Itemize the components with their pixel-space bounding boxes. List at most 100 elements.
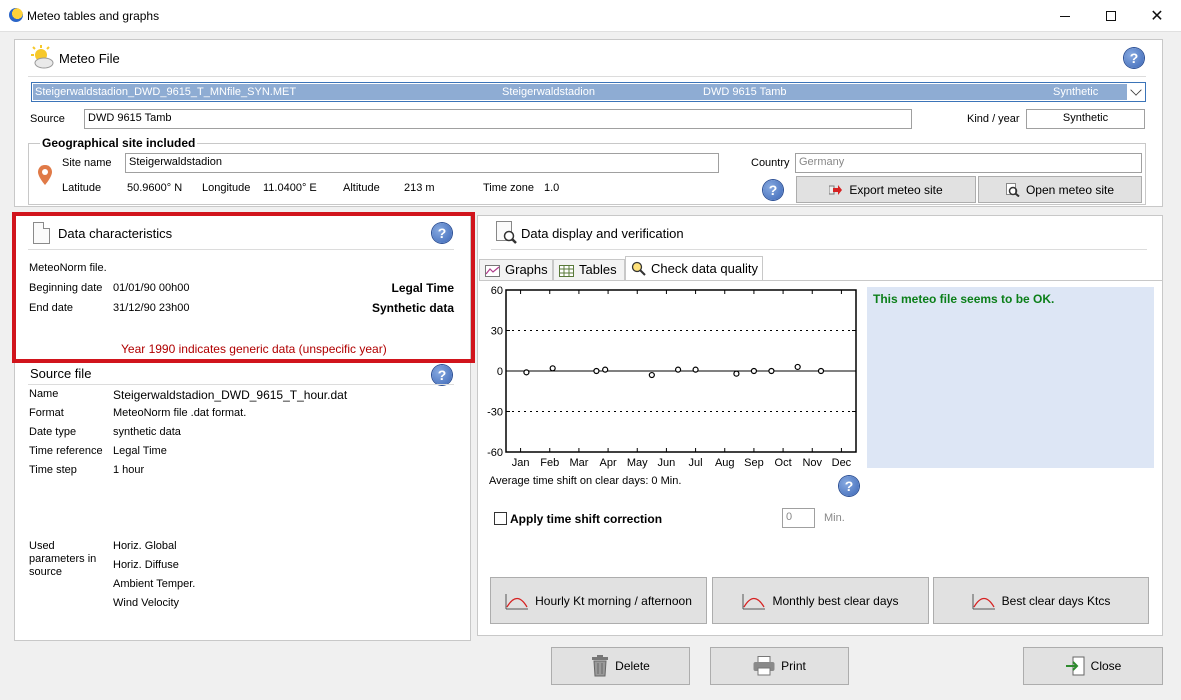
close-button[interactable]: Close [1023,647,1163,685]
best-clear-days-ktcs-button[interactable]: Best clear days Ktcs [933,577,1149,624]
result-message-area [867,287,1154,468]
meteo-file-selected-item: Steigerwaldstadion_DWD_9615_T_MNfile_SYN… [33,84,1127,100]
quality-check-icon [631,261,646,276]
y-tick-label: 30 [491,326,503,338]
export-meteo-site-button[interactable]: Export meteo site [796,176,976,203]
x-tick-label: Dec [832,457,852,469]
kt-curve-icon [505,593,529,609]
latitude-label: Latitude [62,182,102,194]
open-meteo-site-button[interactable]: Open meteo site [978,176,1142,203]
location-pin-icon [38,165,52,185]
time-shift-input[interactable]: 0 [782,508,815,528]
x-tick-label: Jan [512,457,530,469]
sun-cloud-icon [31,45,54,69]
data-point [750,367,758,375]
print-label: Print [781,659,806,673]
data-point [733,370,740,377]
latitude-value: 50.9600° N [127,182,183,194]
magnifier-icon [1005,182,1020,197]
source-label: Source [30,113,65,125]
window-title: Meteo tables and graphs [27,9,160,23]
apply-time-shift-checkbox[interactable] [494,512,507,525]
kind-year-field[interactable]: Synthetic [1026,109,1145,129]
highlight-box [12,212,475,363]
geographical-site-legend: Geographical site included [40,136,198,150]
open-meteo-site-label: Open meteo site [1025,182,1115,197]
tab-tables-label: Tables [579,262,617,277]
hourly-kt-button[interactable]: Hourly Kt morning / afternoon [490,577,707,624]
parameter-global: Horiz. Global [113,540,177,552]
minimize-button[interactable] [1042,0,1088,32]
used-parameters-label-2: parameters in [29,553,97,565]
country-field[interactable]: Germany [795,153,1142,173]
sf-format-value: MeteoNorm file .dat format. [113,407,247,419]
sf-timestep-label: Time step [29,464,77,476]
tab-check-data-quality[interactable]: Check data quality [625,256,763,281]
selected-kind: Synthetic [1053,86,1099,98]
sf-datetype-value: synthetic data [113,426,181,438]
x-tick-label: Nov [802,457,822,469]
timezone-value: 1.0 [544,182,560,194]
chart-help-icon[interactable]: ? [839,476,859,496]
app-icon [9,8,23,22]
print-button[interactable]: Print [710,647,849,685]
parameter-temperature: Ambient Temper. [113,578,196,590]
sf-name-value: Steigerwaldstadion_DWD_9615_T_hour.dat [113,388,348,402]
data-point [674,366,682,373]
data-point [648,371,655,379]
timezone-label: Time zone [483,182,534,194]
parameter-wind: Wind Velocity [113,597,180,609]
data-point [602,366,609,373]
title-bar: Meteo tables and graphs ✕ [0,0,1181,32]
country-label: Country [751,157,790,169]
selected-filename: Steigerwaldstadion_DWD_9615_T_MNfile_SYN… [35,86,297,98]
longitude-value: 11.0400° E [263,182,317,194]
average-time-shift-text: Average time shift on clear days: 0 Min. [489,475,682,487]
sf-timeref-label: Time reference [29,445,103,457]
data-point [593,367,600,375]
altitude-value: 213 m [404,182,435,194]
clear-days-curve-icon [742,593,766,609]
y-tick-label: 60 [491,285,503,297]
tab-graphs[interactable]: Graphs [479,259,553,280]
monthly-best-clear-days-button[interactable]: Monthly best clear days [712,577,929,624]
time-shift-chart: 60 30 0 -30 -60 Jan Feb Mar Apr May Jun Jul Aug Sep Oc… [487,285,857,469]
altitude-label: Altitude [343,182,380,194]
y-tick-label: -60 [487,447,503,459]
sf-timeref-value: Legal Time [113,445,167,457]
x-tick-label: Feb [540,457,559,469]
document-search-icon [496,221,517,244]
meteo-file-help-icon[interactable]: ? [1124,48,1144,68]
tab-check-data-quality-label: Check data quality [651,261,758,276]
source-field[interactable]: DWD 9615 Tamb [84,109,912,129]
maximize-button[interactable] [1088,0,1134,32]
parameter-diffuse: Horiz. Diffuse [113,559,179,571]
source-file-heading: Source file [30,366,92,381]
data-point [523,369,530,376]
data-point [817,367,825,375]
sf-datetype-label: Date type [29,426,77,438]
sf-name-label: Name [29,388,59,400]
delete-button[interactable]: Delete [551,647,690,685]
meteo-file-select[interactable]: Steigerwaldstadion_DWD_9615_T_MNfile_SYN… [31,82,1146,102]
x-tick-label: Oct [775,457,792,469]
x-tick-label: Aug [715,457,735,469]
tab-tables[interactable]: Tables [553,259,625,280]
chevron-down-icon[interactable] [1130,84,1142,96]
export-meteo-site-label: Export meteo site [849,182,943,197]
ktcs-curve-icon [972,593,995,609]
close-label: Close [1090,659,1122,673]
x-tick-label: May [627,457,648,469]
meteo-file-heading: Meteo File [59,51,120,66]
source-file-help-icon[interactable]: ? [432,365,452,385]
y-tick-label: -30 [487,407,503,419]
y-tick-label: 0 [497,366,503,378]
selected-source: DWD 9615 Tamb [703,86,787,98]
x-tick-label: Jun [658,457,676,469]
longitude-label: Longitude [202,182,251,194]
site-name-field[interactable]: Steigerwaldstadion [125,153,719,173]
close-window-button[interactable]: ✕ [1134,0,1180,32]
selected-site: Steigerwaldstadion [502,86,595,98]
kind-year-label: Kind / year [967,113,1020,125]
geo-help-icon[interactable]: ? [763,180,783,200]
